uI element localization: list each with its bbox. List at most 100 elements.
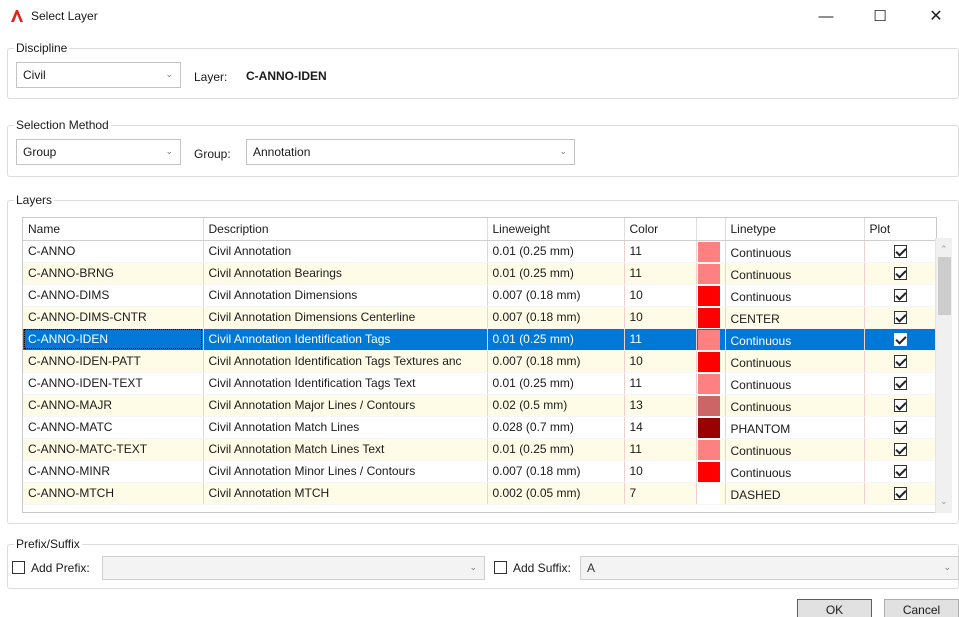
- add-prefix-checkbox[interactable]: [12, 561, 25, 574]
- group-dropdown[interactable]: Annotation ⌄: [246, 139, 575, 165]
- minimize-button[interactable]: —: [803, 0, 849, 32]
- color-swatch: [697, 373, 720, 393]
- cell-lineweight: 0.007 (0.18 mm): [487, 284, 625, 307]
- ok-button-label: OK: [825, 603, 844, 617]
- table-row[interactable]: C-ANNO-IDEN-TEXT Civil Annotation Identif…: [23, 372, 936, 395]
- cell-name: C-ANNO-MAJR: [23, 394, 204, 417]
- cell-description: Civil Annotation Dimensions Centerline: [203, 306, 488, 329]
- cell-color: 11: [624, 262, 697, 285]
- table-row[interactable]: C-ANNO Civil Annotation 0.01 (0.25 mm) 11 Co…: [23, 240, 936, 263]
- cell-linetype: Continuous: [725, 328, 865, 351]
- cell-swatch: [696, 482, 726, 505]
- cell-color: 10: [624, 350, 697, 373]
- cell-plot: [864, 328, 936, 351]
- selection-method-value: Group: [23, 145, 57, 159]
- plot-checkbox[interactable]: [893, 421, 907, 435]
- layers-group-label: Layers: [14, 193, 55, 207]
- add-suffix-checkbox[interactable]: [494, 561, 507, 574]
- cell-name: C-ANNO-IDEN-TEXT: [23, 372, 204, 395]
- table-row[interactable]: C-ANNO-MAJR Civil Annotation Major Lines …: [23, 394, 936, 417]
- color-swatch: [697, 395, 720, 415]
- table-row[interactable]: C-ANNO-BRNG Civil Annotation Bearings 0.01…: [23, 262, 936, 285]
- color-swatch: [697, 307, 720, 327]
- cell-description: Civil Annotation Minor Lines / Contours: [203, 460, 488, 483]
- cell-name: C-ANNO-IDEN-PATT: [23, 350, 204, 373]
- table-row[interactable]: C-ANNO-IDEN Civil Annotation Identificati…: [23, 328, 936, 351]
- color-swatch: [697, 263, 720, 283]
- ok-button[interactable]: OK: [797, 599, 872, 617]
- plot-checkbox[interactable]: [893, 333, 907, 347]
- layers-scrollbar[interactable]: ⌃ ⌄: [935, 238, 952, 513]
- cell-name: C-ANNO-MATC-TEXT: [23, 438, 204, 461]
- chevron-down-icon: ⌄: [943, 562, 951, 572]
- color-swatch: [697, 461, 720, 481]
- cell-lineweight: 0.007 (0.18 mm): [487, 306, 625, 329]
- plot-checkbox[interactable]: [893, 267, 907, 281]
- cell-name: C-ANNO: [23, 240, 204, 263]
- table-row[interactable]: C-ANNO-MINR Civil Annotation Minor Lines …: [23, 460, 936, 483]
- cell-color: 10: [624, 306, 697, 329]
- table-row[interactable]: C-ANNO-MATC Civil Annotation Match Lines 0…: [23, 416, 936, 439]
- close-button[interactable]: ✕: [913, 0, 959, 32]
- scroll-thumb[interactable]: [938, 257, 951, 315]
- table-row[interactable]: C-ANNO-MATC-TEXT Civil Annotation Match L…: [23, 438, 936, 461]
- cell-color: 10: [624, 284, 697, 307]
- cell-swatch: [696, 416, 726, 439]
- plot-checkbox[interactable]: [893, 311, 907, 325]
- scroll-up-icon[interactable]: ⌃: [940, 244, 948, 255]
- prefix-dropdown[interactable]: ⌄: [102, 556, 485, 580]
- maximize-icon: ☐: [873, 8, 887, 25]
- minimize-icon: —: [818, 7, 834, 25]
- cell-swatch: [696, 372, 726, 395]
- table-row[interactable]: C-ANNO-DIMS-CNTR Civil Annotation Dimensi…: [23, 306, 936, 329]
- cell-color: 11: [624, 240, 697, 263]
- cell-swatch: [696, 328, 726, 351]
- cell-description: Civil Annotation Identification Tags Tex…: [203, 372, 488, 395]
- cell-color: 11: [624, 372, 697, 395]
- column-header-description[interactable]: Description: [203, 218, 488, 241]
- selection-method-dropdown[interactable]: Group ⌄: [16, 139, 181, 165]
- column-header-swatch[interactable]: [696, 218, 726, 241]
- column-header-plot[interactable]: Plot: [864, 218, 936, 241]
- plot-checkbox[interactable]: [893, 465, 907, 479]
- plot-checkbox[interactable]: [893, 245, 907, 259]
- cell-color: 11: [624, 328, 697, 351]
- table-row[interactable]: C-ANNO-MTCH Civil Annotation MTCH 0.002 (0…: [23, 482, 936, 505]
- maximize-button[interactable]: ☐: [857, 0, 903, 32]
- cell-swatch: [696, 306, 726, 329]
- cell-swatch: [696, 394, 726, 417]
- plot-checkbox[interactable]: [893, 487, 907, 501]
- cell-color: 10: [624, 460, 697, 483]
- cell-lineweight: 0.007 (0.18 mm): [487, 350, 625, 373]
- cell-color: 11: [624, 438, 697, 461]
- cell-lineweight: 0.01 (0.25 mm): [487, 262, 625, 285]
- scroll-down-icon[interactable]: ⌄: [940, 496, 948, 507]
- chevron-down-icon: ⌄: [165, 69, 173, 79]
- discipline-dropdown[interactable]: Civil ⌄: [16, 62, 181, 88]
- cell-plot: [864, 482, 936, 505]
- table-row[interactable]: C-ANNO-DIMS Civil Annotation Dimensions 0.…: [23, 284, 936, 307]
- column-header-name[interactable]: Name: [23, 218, 204, 241]
- plot-checkbox[interactable]: [893, 377, 907, 391]
- plot-checkbox[interactable]: [893, 443, 907, 457]
- cell-plot: [864, 306, 936, 329]
- cell-name: C-ANNO-DIMS: [23, 284, 204, 307]
- plot-checkbox[interactable]: [893, 289, 907, 303]
- cancel-button[interactable]: Cancel: [884, 599, 959, 617]
- chevron-down-icon: ⌄: [165, 146, 173, 156]
- suffix-dropdown[interactable]: A ⌄: [580, 556, 959, 580]
- cell-linetype: Continuous: [725, 284, 865, 307]
- table-row[interactable]: C-ANNO-IDEN-PATT Civil Annotation Identif…: [23, 350, 936, 373]
- cell-plot: [864, 460, 936, 483]
- plot-checkbox[interactable]: [893, 399, 907, 413]
- suffix-value: A: [587, 561, 596, 575]
- plot-checkbox[interactable]: [893, 355, 907, 369]
- column-header-color[interactable]: Color: [624, 218, 697, 241]
- column-header-linetype[interactable]: Linetype: [725, 218, 865, 241]
- autocad-icon: [11, 10, 23, 22]
- cell-linetype: CENTER: [725, 306, 865, 329]
- cancel-button-label: Cancel: [902, 603, 941, 617]
- column-header-lineweight[interactable]: Lineweight: [487, 218, 625, 241]
- cell-description: Civil Annotation Bearings: [203, 262, 488, 285]
- color-swatch: [697, 351, 720, 371]
